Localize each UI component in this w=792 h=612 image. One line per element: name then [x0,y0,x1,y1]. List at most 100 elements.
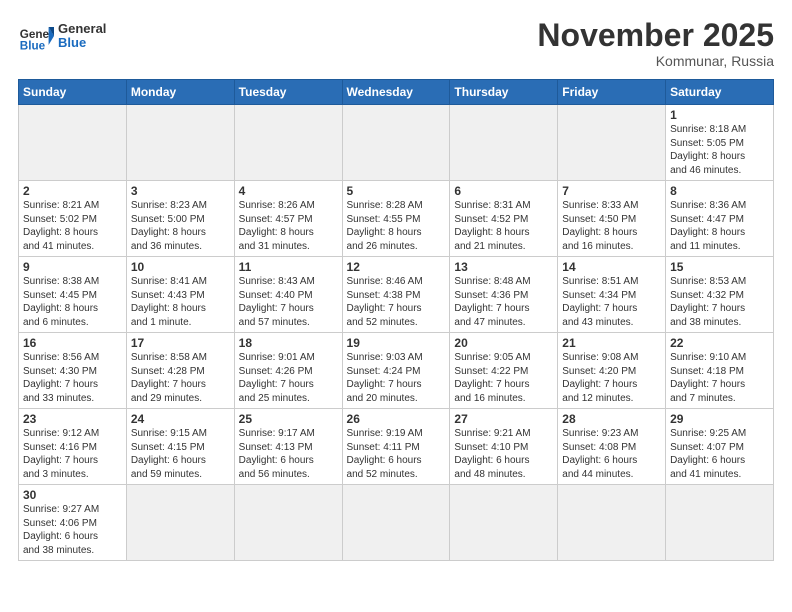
day-info: Sunrise: 8:41 AM Sunset: 4:43 PM Dayligh… [131,275,230,329]
day-info: Sunrise: 8:56 AM Sunset: 4:30 PM Dayligh… [23,351,122,405]
calendar-cell: 7Sunrise: 8:33 AM Sunset: 4:50 PM Daylig… [558,181,666,257]
calendar-cell: 15Sunrise: 8:53 AM Sunset: 4:32 PM Dayli… [666,257,774,333]
calendar-cell [558,485,666,561]
calendar-cell: 8Sunrise: 8:36 AM Sunset: 4:47 PM Daylig… [666,181,774,257]
calendar-cell: 14Sunrise: 8:51 AM Sunset: 4:34 PM Dayli… [558,257,666,333]
day-number: 11 [239,260,338,274]
day-number: 4 [239,184,338,198]
calendar-cell: 3Sunrise: 8:23 AM Sunset: 5:00 PM Daylig… [126,181,234,257]
day-info: Sunrise: 9:23 AM Sunset: 4:08 PM Dayligh… [562,427,661,481]
calendar-cell: 27Sunrise: 9:21 AM Sunset: 4:10 PM Dayli… [450,409,558,485]
weekday-header-tuesday: Tuesday [234,80,342,105]
day-info: Sunrise: 9:21 AM Sunset: 4:10 PM Dayligh… [454,427,553,481]
calendar-week-2: 2Sunrise: 8:21 AM Sunset: 5:02 PM Daylig… [19,181,774,257]
calendar-cell: 12Sunrise: 8:46 AM Sunset: 4:38 PM Dayli… [342,257,450,333]
day-info: Sunrise: 8:43 AM Sunset: 4:40 PM Dayligh… [239,275,338,329]
weekday-header-sunday: Sunday [19,80,127,105]
day-info: Sunrise: 8:26 AM Sunset: 4:57 PM Dayligh… [239,199,338,253]
calendar-page: General Blue General Blue November 2025 … [0,0,792,612]
calendar-week-4: 16Sunrise: 8:56 AM Sunset: 4:30 PM Dayli… [19,333,774,409]
calendar-cell: 10Sunrise: 8:41 AM Sunset: 4:43 PM Dayli… [126,257,234,333]
day-number: 18 [239,336,338,350]
title-block: November 2025 Kommunar, Russia [537,18,774,69]
day-number: 30 [23,488,122,502]
month-title: November 2025 [537,18,774,53]
day-number: 20 [454,336,553,350]
weekday-header-friday: Friday [558,80,666,105]
day-number: 25 [239,412,338,426]
calendar-cell [558,105,666,181]
day-number: 9 [23,260,122,274]
calendar-cell: 2Sunrise: 8:21 AM Sunset: 5:02 PM Daylig… [19,181,127,257]
day-info: Sunrise: 8:46 AM Sunset: 4:38 PM Dayligh… [347,275,446,329]
calendar-cell [450,105,558,181]
calendar-cell [19,105,127,181]
day-info: Sunrise: 9:01 AM Sunset: 4:26 PM Dayligh… [239,351,338,405]
logo-icon: General Blue [18,18,54,54]
calendar-cell: 16Sunrise: 8:56 AM Sunset: 4:30 PM Dayli… [19,333,127,409]
calendar-cell: 6Sunrise: 8:31 AM Sunset: 4:52 PM Daylig… [450,181,558,257]
calendar-cell: 26Sunrise: 9:19 AM Sunset: 4:11 PM Dayli… [342,409,450,485]
day-number: 28 [562,412,661,426]
day-number: 24 [131,412,230,426]
day-number: 15 [670,260,769,274]
calendar-week-6: 30Sunrise: 9:27 AM Sunset: 4:06 PM Dayli… [19,485,774,561]
calendar-cell: 9Sunrise: 8:38 AM Sunset: 4:45 PM Daylig… [19,257,127,333]
day-number: 6 [454,184,553,198]
day-info: Sunrise: 8:51 AM Sunset: 4:34 PM Dayligh… [562,275,661,329]
day-info: Sunrise: 9:15 AM Sunset: 4:15 PM Dayligh… [131,427,230,481]
header: General Blue General Blue November 2025 … [18,18,774,69]
calendar-cell [342,105,450,181]
day-number: 23 [23,412,122,426]
day-number: 1 [670,108,769,122]
day-info: Sunrise: 9:25 AM Sunset: 4:07 PM Dayligh… [670,427,769,481]
calendar-cell [234,485,342,561]
day-info: Sunrise: 9:27 AM Sunset: 4:06 PM Dayligh… [23,503,122,557]
calendar-cell: 30Sunrise: 9:27 AM Sunset: 4:06 PM Dayli… [19,485,127,561]
calendar-cell: 18Sunrise: 9:01 AM Sunset: 4:26 PM Dayli… [234,333,342,409]
calendar-cell: 25Sunrise: 9:17 AM Sunset: 4:13 PM Dayli… [234,409,342,485]
logo: General Blue General Blue [18,18,106,54]
location: Kommunar, Russia [537,53,774,69]
day-info: Sunrise: 9:17 AM Sunset: 4:13 PM Dayligh… [239,427,338,481]
day-info: Sunrise: 9:12 AM Sunset: 4:16 PM Dayligh… [23,427,122,481]
day-info: Sunrise: 8:21 AM Sunset: 5:02 PM Dayligh… [23,199,122,253]
calendar-cell: 23Sunrise: 9:12 AM Sunset: 4:16 PM Dayli… [19,409,127,485]
day-info: Sunrise: 8:31 AM Sunset: 4:52 PM Dayligh… [454,199,553,253]
calendar-cell: 22Sunrise: 9:10 AM Sunset: 4:18 PM Dayli… [666,333,774,409]
calendar-cell: 4Sunrise: 8:26 AM Sunset: 4:57 PM Daylig… [234,181,342,257]
day-number: 13 [454,260,553,274]
calendar-cell: 28Sunrise: 9:23 AM Sunset: 4:08 PM Dayli… [558,409,666,485]
calendar-cell [450,485,558,561]
day-number: 21 [562,336,661,350]
calendar-cell: 29Sunrise: 9:25 AM Sunset: 4:07 PM Dayli… [666,409,774,485]
day-info: Sunrise: 8:36 AM Sunset: 4:47 PM Dayligh… [670,199,769,253]
calendar-cell: 11Sunrise: 8:43 AM Sunset: 4:40 PM Dayli… [234,257,342,333]
day-info: Sunrise: 8:53 AM Sunset: 4:32 PM Dayligh… [670,275,769,329]
calendar-cell: 1Sunrise: 8:18 AM Sunset: 5:05 PM Daylig… [666,105,774,181]
day-number: 14 [562,260,661,274]
calendar-cell: 17Sunrise: 8:58 AM Sunset: 4:28 PM Dayli… [126,333,234,409]
day-number: 16 [23,336,122,350]
calendar-week-5: 23Sunrise: 9:12 AM Sunset: 4:16 PM Dayli… [19,409,774,485]
day-number: 17 [131,336,230,350]
weekday-header-wednesday: Wednesday [342,80,450,105]
calendar-body: 1Sunrise: 8:18 AM Sunset: 5:05 PM Daylig… [19,105,774,561]
day-number: 5 [347,184,446,198]
day-info: Sunrise: 9:10 AM Sunset: 4:18 PM Dayligh… [670,351,769,405]
calendar-week-1: 1Sunrise: 8:18 AM Sunset: 5:05 PM Daylig… [19,105,774,181]
logo-blue-text: Blue [58,36,106,50]
day-number: 7 [562,184,661,198]
calendar-cell: 24Sunrise: 9:15 AM Sunset: 4:15 PM Dayli… [126,409,234,485]
calendar-table: SundayMondayTuesdayWednesdayThursdayFrid… [18,79,774,561]
day-number: 27 [454,412,553,426]
calendar-week-3: 9Sunrise: 8:38 AM Sunset: 4:45 PM Daylig… [19,257,774,333]
day-number: 26 [347,412,446,426]
day-info: Sunrise: 8:48 AM Sunset: 4:36 PM Dayligh… [454,275,553,329]
day-number: 12 [347,260,446,274]
calendar-cell [666,485,774,561]
day-info: Sunrise: 8:33 AM Sunset: 4:50 PM Dayligh… [562,199,661,253]
day-info: Sunrise: 9:08 AM Sunset: 4:20 PM Dayligh… [562,351,661,405]
calendar-cell [126,485,234,561]
day-info: Sunrise: 8:38 AM Sunset: 4:45 PM Dayligh… [23,275,122,329]
